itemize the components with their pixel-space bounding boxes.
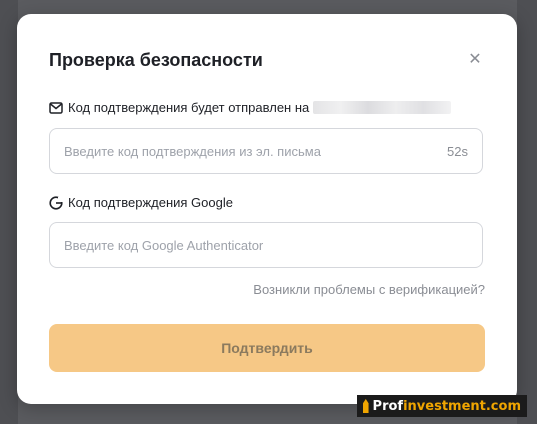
house-logo-icon: [363, 399, 369, 413]
email-label: Код подтверждения будет отправлен на: [68, 100, 310, 115]
email-label-row: Код подтверждения будет отправлен на: [49, 100, 452, 115]
google-icon: [49, 195, 63, 210]
watermark-part2: investment.com: [403, 398, 521, 414]
google-label: Код подтверждения Google: [68, 195, 233, 210]
email-code-placeholder: Введите код подтверждения из эл. письма: [64, 143, 321, 159]
modal-title: Проверка безопасности: [49, 50, 263, 70]
google-code-placeholder: Введите код Google Authenticator: [64, 237, 264, 253]
google-code-input[interactable]: Введите код Google Authenticator: [49, 222, 483, 268]
watermark-part1: Prof: [372, 398, 404, 414]
verification-problems-link[interactable]: Возникли проблемы с верификацией?: [253, 282, 485, 297]
confirm-button[interactable]: Подтвердить: [49, 324, 485, 372]
watermark: Prof investment.com: [357, 395, 527, 417]
close-icon[interactable]: ✕: [465, 50, 485, 70]
security-verification-modal: Проверка безопасности ✕ Код подтверждени…: [17, 14, 517, 404]
email-code-input[interactable]: Введите код подтверждения из эл. письма …: [49, 128, 483, 174]
google-label-row: Код подтверждения Google: [49, 195, 233, 210]
backdrop-left: [0, 0, 18, 424]
mail-icon: [49, 101, 63, 114]
resend-timer: 52s: [447, 143, 468, 159]
masked-email: [313, 101, 452, 114]
backdrop-right: [517, 0, 537, 424]
